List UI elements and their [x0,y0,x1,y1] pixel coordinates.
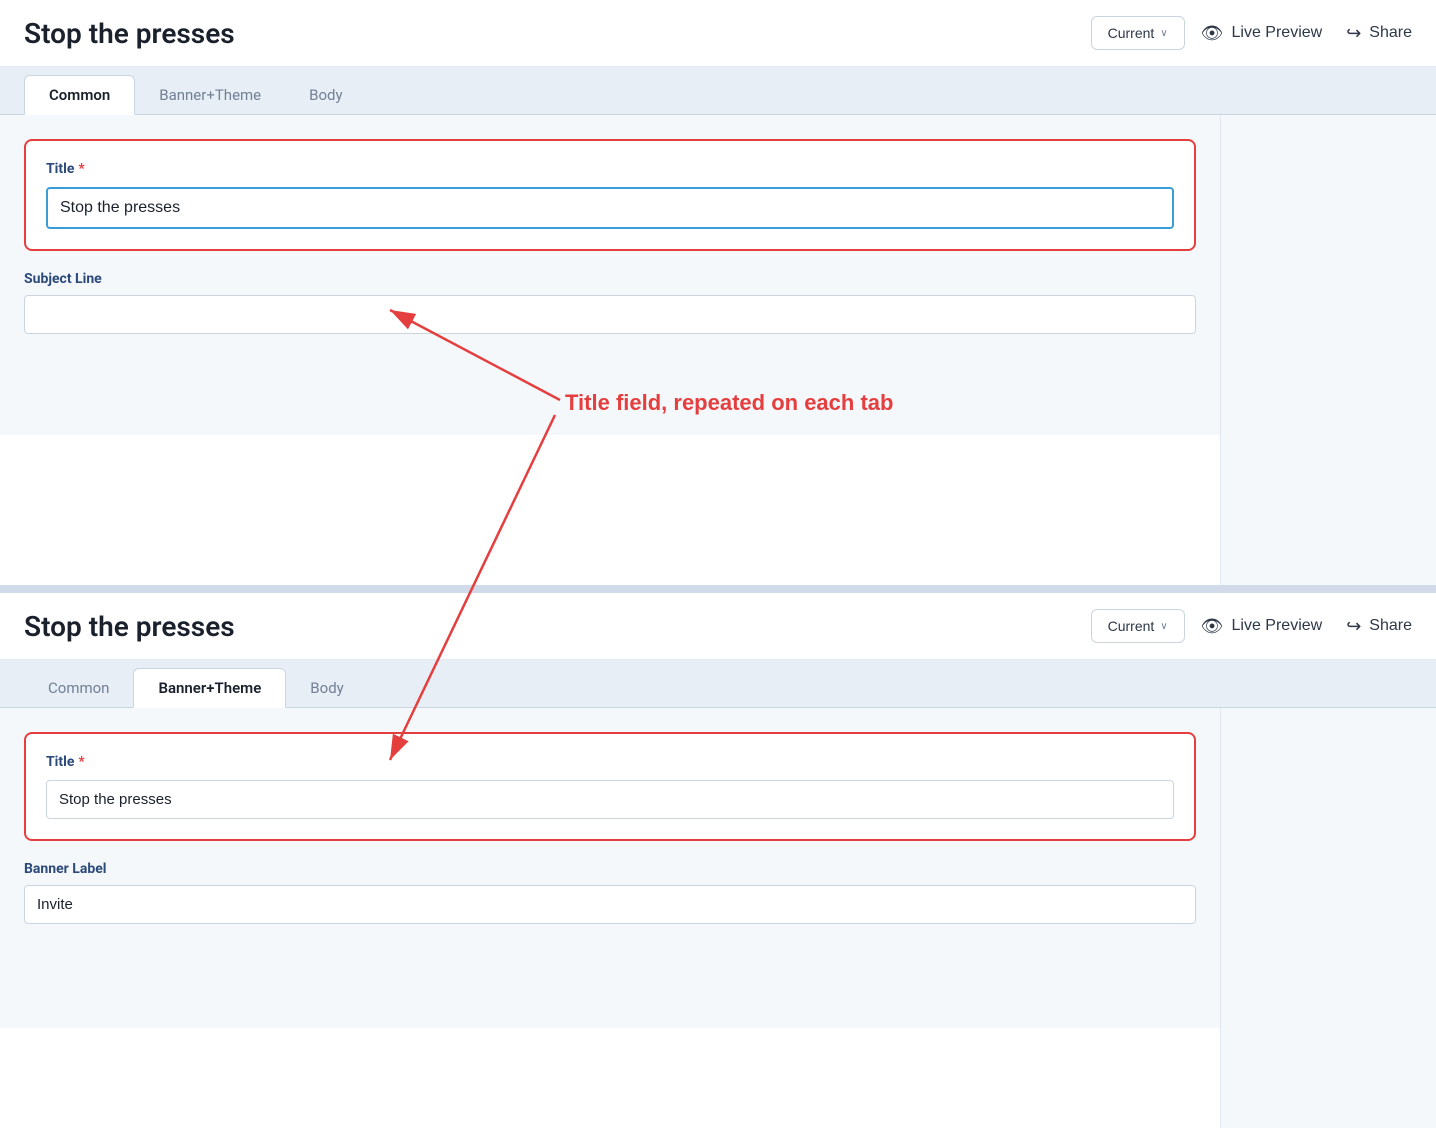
banner-label-bottom: Banner Label [24,861,1196,877]
share-label-bottom: Share [1369,617,1412,635]
title-input-bottom[interactable] [46,780,1174,819]
page-title-top: Stop the presses [24,17,1075,50]
tab-banner-theme-top[interactable]: Banner+Theme [135,76,285,114]
bottom-main-content: Title * Banner Label [0,708,1220,1128]
top-content-area: Title * Subject Line [0,115,1220,435]
dropdown-label-top: Current [1108,25,1155,41]
live-preview-label-bottom: Live Preview [1232,617,1323,635]
subject-label-top: Subject Line [24,271,1196,287]
banner-section-bottom: Banner Label [24,861,1196,924]
header-actions-top: Live Preview Share [1201,23,1412,44]
title-label-bottom: Title * [46,754,1174,770]
subject-section-top: Subject Line [24,271,1196,334]
required-star-top: * [78,161,84,177]
top-main-content-wrapper: Title * Subject Line [0,115,1436,585]
title-field-section-top: Title * [24,139,1196,251]
header-actions-bottom: Live Preview Share [1201,616,1412,637]
chevron-down-icon-top: ∨ [1160,28,1167,39]
top-header: Stop the presses Current ∨ Live Preview … [0,0,1436,67]
eye-icon-bottom [1201,616,1224,637]
title-input-top[interactable] [46,187,1174,229]
eye-icon-top [1201,23,1224,44]
live-preview-button-bottom[interactable]: Live Preview [1201,616,1323,637]
share-button-top[interactable]: Share [1346,23,1412,44]
current-dropdown-bottom[interactable]: Current ∨ [1091,609,1185,643]
tabs-top: Common Banner+Theme Body [0,67,1436,115]
title-field-section-bottom: Title * [24,732,1196,841]
share-icon-top [1346,23,1361,44]
title-label-top: Title * [46,161,1174,177]
bottom-section: Stop the presses Current ∨ Live Preview … [0,593,1436,1128]
right-panel-bottom [1220,708,1436,1128]
share-icon-bottom [1346,616,1361,637]
current-dropdown-top[interactable]: Current ∨ [1091,16,1185,50]
chevron-down-icon-bottom: ∨ [1160,621,1167,632]
right-panel-top [1220,115,1436,585]
page-title-bottom: Stop the presses [24,610,1075,643]
required-star-bottom: * [78,754,84,770]
bottom-header: Stop the presses Current ∨ Live Preview … [0,593,1436,660]
tab-common-top[interactable]: Common [24,75,135,115]
page-wrapper: Stop the presses Current ∨ Live Preview … [0,0,1436,1128]
dropdown-label-bottom: Current [1108,618,1155,634]
bottom-content-area: Title * Banner Label [0,708,1220,1028]
section-divider [0,585,1436,593]
tab-body-top[interactable]: Body [285,76,366,114]
top-main-content: Title * Subject Line [0,115,1220,585]
subject-input-top[interactable] [24,295,1196,334]
share-button-bottom[interactable]: Share [1346,616,1412,637]
tab-common-bottom[interactable]: Common [24,669,133,707]
live-preview-button-top[interactable]: Live Preview [1201,23,1323,44]
bottom-main-content-wrapper: Title * Banner Label [0,708,1436,1128]
tabs-bottom: Common Banner+Theme Body [0,660,1436,708]
tab-banner-theme-bottom[interactable]: Banner+Theme [133,668,286,708]
tab-body-bottom[interactable]: Body [286,669,367,707]
live-preview-label-top: Live Preview [1232,24,1323,42]
banner-input-bottom[interactable] [24,885,1196,924]
top-section: Stop the presses Current ∨ Live Preview … [0,0,1436,585]
share-label-top: Share [1369,24,1412,42]
